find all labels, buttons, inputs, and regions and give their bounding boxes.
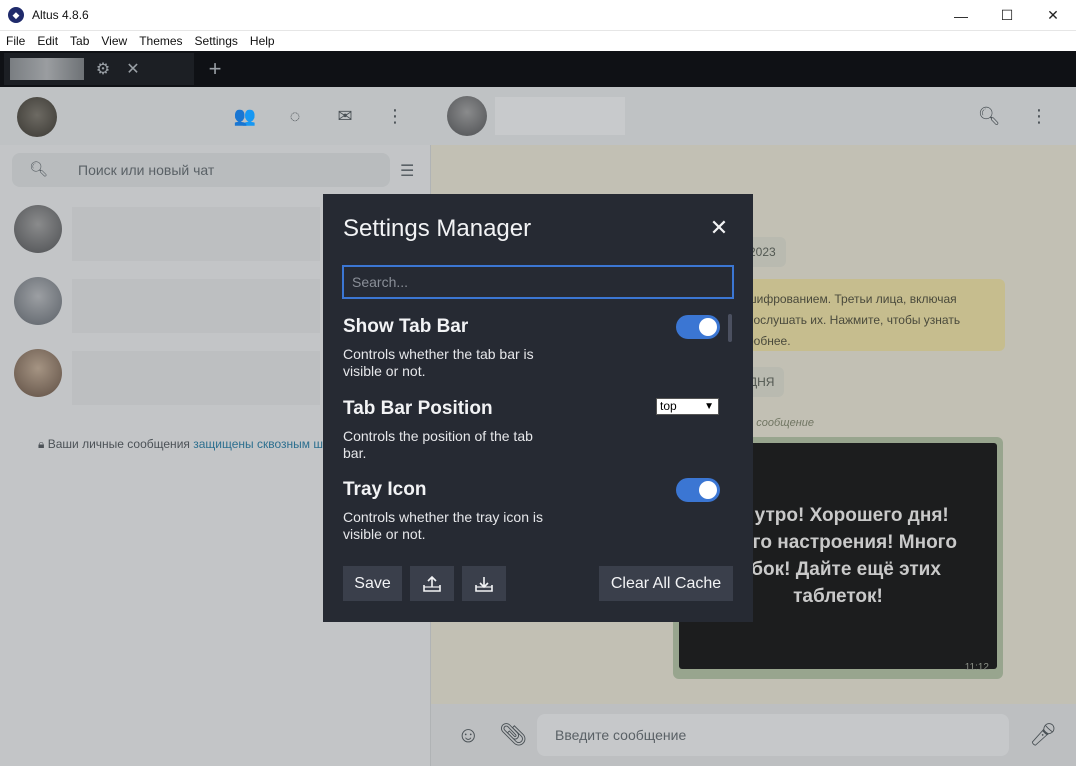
- encryption-notice[interactable]: шифрованием. Третьи лица, включая послуш…: [737, 279, 1005, 351]
- setting-description: Controls the position of the tab bar.: [343, 428, 533, 461]
- minimize-button[interactable]: —: [938, 0, 984, 31]
- message-composer: ☺ 📎︎ Введите сообщение 🎤︎: [431, 704, 1076, 766]
- menu-dots-icon[interactable]: ⋮: [1026, 103, 1052, 129]
- privacy-notice: 🔒︎ Ваши личные сообщения защищены сквозн…: [38, 437, 323, 452]
- tab-whatsapp[interactable]: ⚙ ✕: [4, 53, 194, 85]
- menu-bar: File Edit Tab View Themes Settings Help: [0, 31, 1076, 51]
- modal-scrollbar[interactable]: [728, 314, 732, 342]
- microphone-icon[interactable]: 🎤︎: [1029, 722, 1057, 748]
- import-button[interactable]: [462, 566, 506, 601]
- window-title: Altus 4.8.6: [32, 8, 89, 22]
- download-tray-icon: [475, 576, 493, 592]
- export-button[interactable]: [410, 566, 454, 601]
- conversation-header: 🔍︎ ⋮: [431, 87, 1076, 145]
- message-input[interactable]: Введите сообщение: [537, 714, 1009, 756]
- close-icon[interactable]: ✕: [709, 217, 729, 239]
- privacy-text: Ваши личные сообщения: [47, 437, 194, 451]
- chat-preview: [72, 279, 320, 333]
- window-titlebar: ◆ Altus 4.8.6 — ☐ ✕: [0, 0, 1076, 31]
- select-value: top: [660, 399, 677, 413]
- attach-icon[interactable]: 📎︎: [499, 722, 527, 748]
- status-icon[interactable]: ◌: [282, 103, 308, 129]
- setting-tray-icon: Tray Icon Controls whether the tray icon…: [343, 479, 723, 543]
- tab-close-icon[interactable]: ✕: [122, 58, 144, 80]
- setting-show-tab-bar: Show Tab Bar Controls whether the tab ba…: [343, 316, 723, 380]
- tab-bar: ⚙ ✕ +: [0, 51, 1076, 87]
- menu-settings[interactable]: Settings: [189, 34, 244, 48]
- close-window-button[interactable]: ✕: [1030, 0, 1076, 31]
- chat-preview: [72, 207, 320, 261]
- message-time: 11:12: [964, 662, 989, 673]
- lock-icon: 🔒︎: [38, 437, 45, 451]
- add-tab-icon[interactable]: +: [200, 54, 230, 84]
- chat-avatar: [14, 277, 62, 325]
- chat-avatar: [14, 349, 62, 397]
- contact-avatar[interactable]: [447, 96, 487, 136]
- tab-settings-gear-icon[interactable]: ⚙: [92, 58, 114, 80]
- tab-thumbnail: [10, 58, 84, 80]
- chat-preview: [72, 351, 320, 405]
- chevron-down-icon: ▼: [704, 401, 714, 412]
- chat-avatar: [14, 205, 62, 253]
- tab-bar-position-select[interactable]: top ▼: [656, 398, 719, 415]
- menu-themes[interactable]: Themes: [133, 34, 188, 48]
- show-tab-bar-toggle[interactable]: [676, 315, 720, 339]
- tray-icon-toggle[interactable]: [676, 478, 720, 502]
- privacy-link[interactable]: защищены сквозным ш: [193, 437, 323, 451]
- menu-view[interactable]: View: [95, 34, 133, 48]
- chat-search-box[interactable]: 🔍︎ Поиск или новый чат: [12, 153, 390, 187]
- altus-logo-icon: ◆: [8, 7, 24, 23]
- chat-search-placeholder: Поиск или новый чат: [78, 162, 215, 178]
- filter-icon[interactable]: ☰: [400, 161, 414, 181]
- setting-title: Show Tab Bar: [343, 316, 469, 337]
- settings-manager-modal: Settings Manager ✕ Show Tab Bar Controls…: [323, 194, 753, 622]
- upload-tray-icon: [423, 575, 441, 592]
- setting-description: Controls whether the tab bar is visible …: [343, 346, 534, 379]
- menu-help[interactable]: Help: [244, 34, 281, 48]
- new-chat-icon[interactable]: ✉: [332, 103, 358, 129]
- menu-edit[interactable]: Edit: [31, 34, 64, 48]
- contact-name: [495, 97, 625, 135]
- settings-search-input[interactable]: [342, 265, 734, 299]
- communities-icon[interactable]: 👥: [232, 103, 258, 129]
- menu-file[interactable]: File: [0, 34, 31, 48]
- setting-description: Controls whether the tray icon is visibl…: [343, 509, 543, 542]
- encryption-notice-text: шифрованием. Третьи лица, включая послуш…: [747, 292, 961, 348]
- menu-dots-icon[interactable]: ⋮: [382, 103, 408, 129]
- my-avatar[interactable]: [17, 97, 57, 137]
- clear-all-cache-button[interactable]: Clear All Cache: [599, 566, 733, 601]
- image-text: ое утро! Хорошего дня! сного настроения!…: [719, 505, 957, 607]
- emoji-icon[interactable]: ☺: [457, 722, 479, 748]
- setting-title: Tray Icon: [343, 479, 427, 500]
- search-icon[interactable]: 🔍︎: [976, 103, 1002, 129]
- maximize-button[interactable]: ☐: [984, 0, 1030, 31]
- sidebar-header: 👥 ◌ ✉ ⋮: [0, 87, 431, 145]
- modal-title: Settings Manager: [343, 215, 532, 242]
- menu-tab[interactable]: Tab: [64, 34, 95, 48]
- search-icon: 🔍︎: [29, 161, 49, 178]
- save-button[interactable]: Save: [343, 566, 402, 601]
